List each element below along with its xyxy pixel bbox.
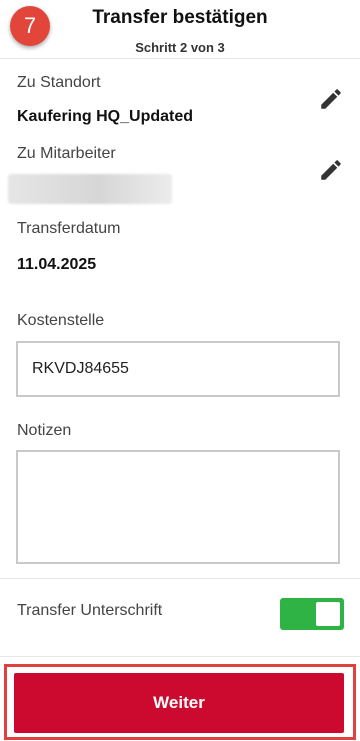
- transfer-date-value: 11.04.2025: [17, 256, 97, 273]
- edit-employee-pencil-icon[interactable]: [318, 157, 344, 183]
- employee-label: Zu Mitarbeiter: [17, 145, 116, 162]
- employee-value-redacted: [8, 174, 172, 204]
- page-title: Transfer bestätigen: [92, 7, 268, 28]
- location-label: Zu Standort: [17, 74, 101, 91]
- signature-toggle[interactable]: [280, 598, 344, 630]
- notes-label: Notizen: [17, 422, 72, 439]
- transfer-date-label: Transferdatum: [17, 220, 121, 237]
- continue-button[interactable]: Weiter: [14, 673, 344, 733]
- footer-divider: [0, 656, 360, 657]
- location-value: Kaufering HQ_Updated: [17, 108, 194, 125]
- step-indicator: Schritt 2 von 3: [135, 40, 225, 55]
- header-divider: [0, 58, 360, 59]
- signature-label: Transfer Unterschrift: [17, 602, 163, 619]
- notes-textarea[interactable]: [16, 450, 340, 564]
- edit-location-pencil-icon[interactable]: [318, 86, 344, 112]
- cost-center-input[interactable]: [16, 341, 340, 397]
- cost-center-label: Kostenstelle: [17, 312, 105, 329]
- header: 7 Transfer bestätigen Schritt 2 von 3: [0, 0, 360, 58]
- toggle-knob: [316, 602, 340, 626]
- section-divider: [0, 578, 360, 579]
